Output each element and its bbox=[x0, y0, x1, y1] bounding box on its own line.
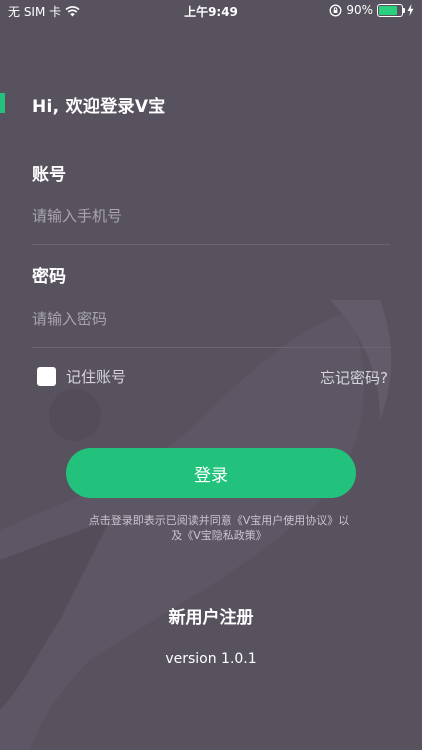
agreement-text: 点击登录即表示已阅读并同意《V宝用户使用协议》以及《V宝隐私政策》 bbox=[84, 513, 354, 543]
login-button[interactable]: 登录 bbox=[66, 448, 356, 498]
charging-bolt-icon bbox=[407, 4, 414, 16]
welcome-title: Hi, 欢迎登录V宝 bbox=[32, 97, 166, 117]
orientation-lock-icon bbox=[329, 4, 342, 16]
register-link[interactable]: 新用户注册 bbox=[0, 603, 422, 628]
battery-level-fill bbox=[379, 5, 397, 15]
welcome-accent-bar bbox=[0, 93, 5, 113]
phone-input[interactable] bbox=[32, 201, 390, 231]
remember-account-toggle[interactable]: 记住账号 bbox=[37, 366, 126, 387]
password-input[interactable] bbox=[32, 304, 390, 334]
battery-percent: 90% bbox=[346, 3, 373, 17]
privacy-policy-link[interactable]: 《V宝隐私政策》 bbox=[182, 529, 267, 542]
remember-checkbox[interactable] bbox=[37, 367, 56, 386]
user-agreement-link[interactable]: 《V宝用户使用协议》 bbox=[232, 514, 339, 527]
agreement-prefix: 点击登录即表示已阅读并同意 bbox=[88, 514, 232, 527]
status-right: 90% bbox=[329, 3, 414, 17]
remember-account-label: 记住账号 bbox=[66, 368, 127, 386]
account-label: 账号 bbox=[32, 165, 66, 185]
version-label: version 1.0.1 bbox=[165, 651, 257, 667]
battery-icon bbox=[377, 3, 405, 17]
forgot-password-link[interactable]: 忘记密码? bbox=[320, 367, 388, 388]
password-divider bbox=[32, 347, 390, 348]
account-divider bbox=[32, 244, 390, 245]
status-bar: 无 SIM 卡 上午9:49 90% bbox=[0, 0, 422, 22]
password-label: 密码 bbox=[32, 267, 66, 287]
